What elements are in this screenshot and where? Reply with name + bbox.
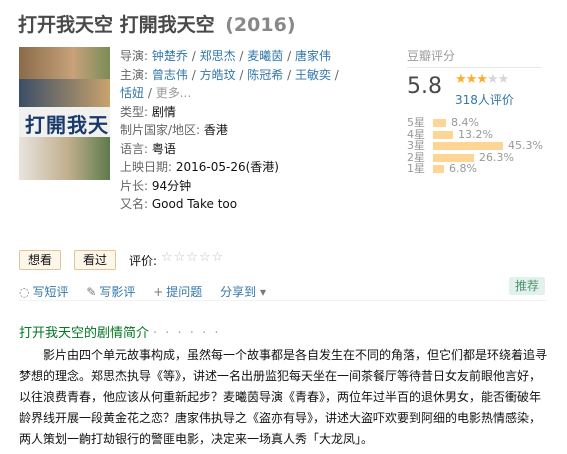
- rate-stars-input[interactable]: ☆☆☆☆☆: [161, 250, 224, 265]
- rating-bar: [433, 130, 453, 139]
- movie-year: (2016): [225, 14, 296, 36]
- director-label: 导演:: [120, 49, 149, 63]
- rating-pct: 45.3%: [508, 139, 543, 152]
- synopsis-heading: 打开我天空的剧情简介 · · · · · ·: [19, 326, 221, 341]
- aka-row: 又名: Good Take too: [120, 197, 238, 211]
- rating-header: 豆瓣评分: [407, 47, 541, 68]
- director-link[interactable]: 麦曦茵: [247, 49, 283, 63]
- rating-pct: 8.4%: [451, 116, 479, 129]
- votes-link[interactable]: 318人评价: [455, 91, 514, 108]
- runtime-row: 片长: 94分钟: [120, 178, 192, 193]
- cast-row: 主演: 曾志伟 / 方皓玟 / 陈冠希 / 王敏奕 / 恬妞 / 更多...: [120, 67, 339, 101]
- director-link[interactable]: 钟楚乔: [152, 49, 188, 63]
- language-row: 语言: 粤语: [120, 141, 176, 156]
- rating-bar: [433, 119, 446, 127]
- rating-row: 3星 45.3%: [407, 139, 543, 152]
- directors-row: 导演: 钟楚乔 / 郑思杰 / 麦曦茵 / 唐家伟: [120, 49, 331, 63]
- cast-link[interactable]: 恬妞: [120, 86, 144, 100]
- rate-label: 评价:: [129, 254, 158, 268]
- watched-button[interactable]: 看过: [74, 250, 117, 270]
- cast-link[interactable]: 陈冠希: [247, 68, 283, 82]
- star-icon: ★: [465, 72, 478, 87]
- aka-value: Good Take too: [151, 197, 238, 211]
- cast-link[interactable]: 王敏奕: [295, 68, 331, 82]
- recommend-button[interactable]: 推荐: [509, 277, 545, 295]
- runtime-value: 94分钟: [151, 178, 192, 193]
- more-cast-link[interactable]: 更多...: [156, 86, 191, 100]
- movie-info: 导演: 钟楚乔 / 郑思杰 / 麦曦茵 / 唐家伟 主演: 曾志伟 / 方皓玟 …: [120, 47, 350, 214]
- genre-row: 类型: 剧情: [120, 104, 176, 119]
- comment-icon: ◌: [19, 285, 30, 299]
- movie-title: 打开我天空 打開我天空: [18, 14, 215, 36]
- rating-row: 1星 6.8%: [407, 162, 477, 175]
- star-icon: ★: [455, 72, 467, 87]
- rating-stars: ★★★★★: [455, 72, 510, 87]
- pencil-icon: ✎: [86, 285, 97, 299]
- cast-link[interactable]: 曾志伟: [152, 68, 188, 82]
- chevron-down-icon: ▾: [259, 285, 267, 299]
- rating-pct: 13.2%: [458, 127, 493, 141]
- synopsis-text: 影片由四个单元故事构成，虽然每一个故事都是各自发生在不同的角落，但它们都是环绕着…: [19, 348, 548, 446]
- share-to-link[interactable]: 分享到 ▾: [220, 285, 266, 299]
- rating-pct: 6.8%: [449, 162, 477, 175]
- ask-question-link[interactable]: + 提问题: [153, 285, 202, 299]
- rating-score: 5.8: [407, 74, 442, 99]
- poster-title: 打開我天空: [25, 113, 110, 137]
- share-bar: ◌ 写短评 ✎ 写影评 + 提问题 分享到 ▾: [19, 283, 280, 300]
- release-value: 2016-05-26(香港): [175, 160, 279, 174]
- synopsis-body: 影片由四个单元故事构成，虽然每一个故事都是各自发生在不同的角落，但它们都是环绕着…: [19, 345, 547, 450]
- want-to-watch-button[interactable]: 想看: [19, 250, 62, 270]
- page-title: 打开我天空 打開我天空 (2016): [18, 10, 296, 37]
- plus-icon: +: [153, 285, 164, 299]
- country-row: 制片国家/地区: 香港: [120, 123, 228, 137]
- cast-label: 主演:: [120, 67, 149, 82]
- country-value: 香港: [203, 123, 228, 137]
- rating-distribution: 5星 8.4% 4星 13.2% 3星 45.3% 2星 26.3% 1星 6.8%: [407, 117, 547, 175]
- director-link[interactable]: 郑思杰: [200, 49, 236, 63]
- rating-bar: [433, 165, 444, 173]
- rating-row: 2星 26.3%: [407, 150, 514, 164]
- star-icon: ★: [486, 72, 499, 87]
- director-link[interactable]: 唐家伟: [295, 49, 331, 63]
- write-review-link[interactable]: ✎ 写影评: [86, 285, 135, 299]
- cast-link[interactable]: 方皓玟: [200, 68, 236, 82]
- movie-poster[interactable]: 打開我天空: [19, 47, 110, 180]
- release-row: 上映日期: 2016-05-26(香港): [120, 160, 279, 174]
- write-short-review-link[interactable]: ◌ 写短评: [19, 285, 69, 299]
- star-icon: ★: [476, 72, 488, 87]
- star-icon: ★: [497, 72, 510, 87]
- rating-bar: [433, 142, 503, 150]
- language-value: 粤语: [151, 141, 176, 156]
- divider: [19, 300, 547, 301]
- rating-pct: 26.3%: [479, 150, 514, 164]
- rating-row: 5星 8.4%: [407, 116, 479, 129]
- genre-value: 剧情: [151, 104, 176, 119]
- rating-panel: 豆瓣评分 5.8 ★★★★★ 318人评价 5星 8.4% 4星 13.2% 3星 4…: [407, 47, 547, 174]
- rating-bar: [433, 153, 474, 162]
